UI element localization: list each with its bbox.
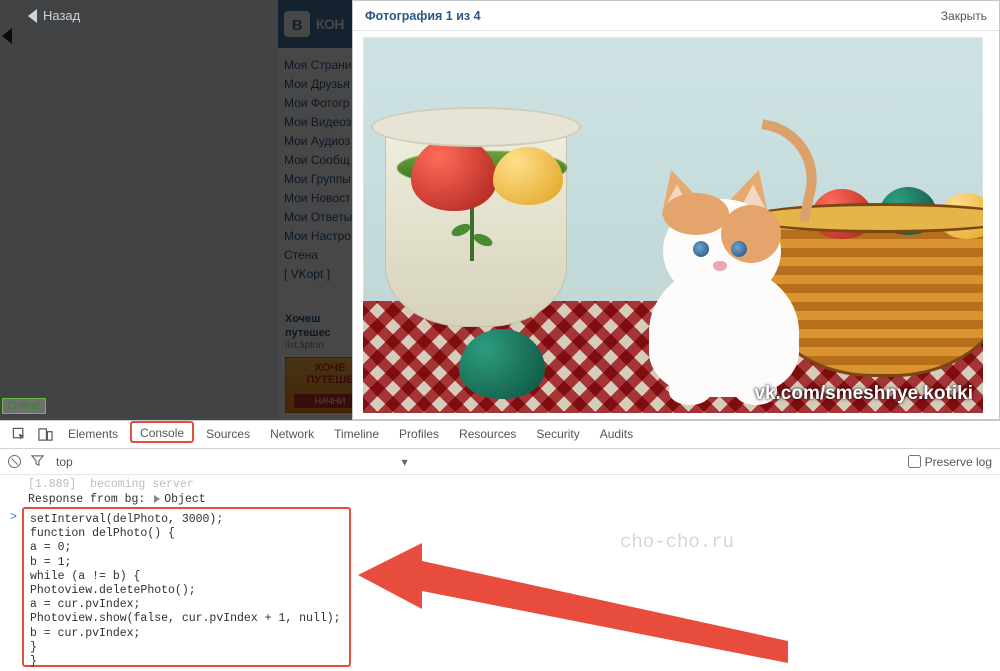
- code-line: }: [30, 641, 343, 655]
- page-upper: в КОН Моя СтраниМои ДрузьяМои ФотогрМои …: [0, 0, 1000, 420]
- devtools-tab-elements[interactable]: Elements: [58, 421, 128, 448]
- code-line: setInterval(delPhoto, 3000);: [30, 513, 343, 527]
- back-arrow-icon: [28, 9, 37, 23]
- console-line: Response from bg: Object: [28, 492, 1000, 507]
- inspect-icon[interactable]: [10, 426, 28, 444]
- devtools-tab-console[interactable]: Console: [130, 421, 194, 443]
- code-line: b = 1;: [30, 556, 343, 570]
- devtools-tabbar: ElementsConsoleSourcesNetworkTimelinePro…: [0, 421, 1000, 449]
- kitten-illustration: [603, 169, 833, 405]
- code-line: Photoview.show(false, cur.pvIndex + 1, n…: [30, 612, 343, 626]
- code-line: while (a != b) {: [30, 570, 343, 584]
- page-watermark: cho-cho.ru: [620, 531, 734, 553]
- context-dropdown-icon[interactable]: ▾: [402, 455, 408, 469]
- preserve-log-label: Preserve log: [925, 455, 992, 469]
- online-badge: Online: [2, 398, 46, 414]
- console-body[interactable]: [1.889] becoming server Response from bg…: [0, 475, 1000, 671]
- back-label: Назад: [43, 8, 80, 23]
- close-button[interactable]: Закрыть: [941, 9, 987, 23]
- devtools-tab-timeline[interactable]: Timeline: [324, 421, 389, 448]
- devtools-tab-security[interactable]: Security: [526, 421, 589, 448]
- photo-image[interactable]: vk.com/smeshnye.kotiki: [363, 37, 983, 413]
- photo-watermark: vk.com/smeshnye.kotiki: [754, 383, 973, 405]
- devtools-tab-network[interactable]: Network: [260, 421, 324, 448]
- prev-photo-arrow-icon[interactable]: [2, 28, 12, 44]
- devtools-tab-profiles[interactable]: Profiles: [389, 421, 449, 448]
- filter-icon[interactable]: [31, 454, 44, 470]
- preserve-log-checkbox[interactable]: [908, 455, 921, 468]
- photo-header: Фотография 1 из 4 Закрыть: [353, 1, 999, 31]
- code-line: Photoview.deletePhoto();: [30, 584, 343, 598]
- console-input-highlight[interactable]: setInterval(delPhoto, 3000);function del…: [22, 507, 351, 667]
- photo-viewer: Фотография 1 из 4 Закрыть: [352, 0, 1000, 420]
- console-toolbar: top ▾ Preserve log: [0, 449, 1000, 475]
- devtools-tab-resources[interactable]: Resources: [449, 421, 526, 448]
- devtools-panel: ElementsConsoleSourcesNetworkTimelinePro…: [0, 420, 1000, 670]
- photo-title: Фотография 1 из 4: [365, 9, 941, 23]
- code-line: function delPhoto() {: [30, 527, 343, 541]
- expand-object-icon[interactable]: [154, 495, 160, 503]
- clear-console-icon[interactable]: [8, 455, 21, 468]
- console-line: [1.889] becoming server: [28, 477, 1000, 492]
- device-icon[interactable]: [36, 426, 54, 444]
- code-line: a = 0;: [30, 541, 343, 555]
- code-line: b = cur.pvIndex;: [30, 627, 343, 641]
- context-selector[interactable]: top: [56, 455, 73, 469]
- devtools-tab-audits[interactable]: Audits: [590, 421, 643, 448]
- devtools-tab-sources[interactable]: Sources: [196, 421, 260, 448]
- code-line: }: [30, 655, 343, 669]
- code-line: a = cur.pvIndex;: [30, 598, 343, 612]
- back-button[interactable]: Назад: [20, 4, 88, 27]
- modal-overlay[interactable]: [0, 0, 352, 420]
- console-prompt-icon: >: [10, 511, 17, 524]
